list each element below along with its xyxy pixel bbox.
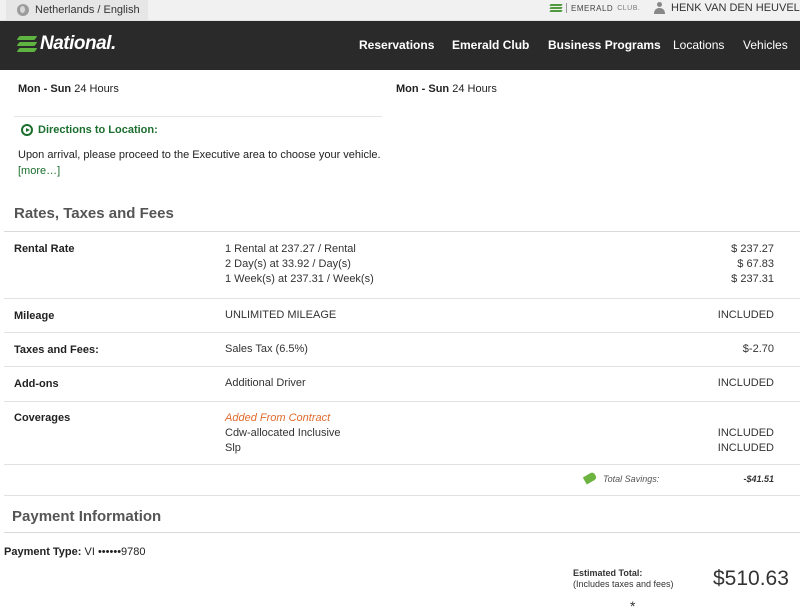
coverage-amount: INCLUDED [717, 427, 774, 439]
savings-tag-icon [582, 471, 598, 485]
divider [4, 332, 800, 333]
divider [4, 532, 800, 533]
total-savings-label: Total Savings: [603, 474, 660, 484]
mileage-amount: INCLUDED [717, 309, 774, 321]
rental-rate-line: 2 Day(s) at 33.92 / Day(s) [225, 258, 351, 270]
rental-rate-amount: $ 237.27 [731, 243, 774, 255]
divider [4, 298, 800, 299]
rental-rate-amount: $ 237.31 [731, 273, 774, 285]
utility-bar: Netherlands / English EMERALD CLUB. HENK… [0, 0, 800, 21]
nav-emerald-club[interactable]: Emerald Club [452, 38, 529, 52]
rental-rate-amount: $ 67.83 [737, 258, 774, 270]
national-logo[interactable]: National. [16, 33, 116, 55]
divider [566, 3, 567, 13]
locale-selector[interactable]: Netherlands / English [6, 0, 148, 20]
payment-type: Payment Type: VI ••••••9780 [4, 546, 146, 558]
mileage-label: Mileage [14, 310, 55, 322]
rates-section-title: Rates, Taxes and Fees [14, 205, 174, 222]
total-savings-amount: -$41.51 [743, 474, 774, 484]
estimated-total-note: (Includes taxes and fees) [573, 579, 674, 589]
logo-text: National. [40, 33, 116, 54]
taxes-label: Taxes and Fees: [14, 344, 99, 356]
divider [4, 464, 800, 465]
estimated-total-amount: $510.63 [713, 567, 789, 590]
pickup-time: 24 Hours [71, 83, 119, 95]
payment-section-title: Payment Information [12, 508, 162, 525]
coverage-item: Slp [225, 442, 241, 454]
estimated-total-title: Estimated Total: [573, 568, 643, 578]
user-icon [654, 2, 665, 14]
directions-arrow-icon [21, 124, 33, 136]
nav-vehicles[interactable]: Vehicles [743, 38, 788, 52]
user-name: HENK VAN DEN HEUVEL [671, 2, 800, 14]
payment-type-value: VI ••••••9780 [81, 546, 146, 558]
coverage-item: Cdw-allocated Inclusive [225, 427, 341, 439]
coverages-amounts: INCLUDED INCLUDED [718, 426, 774, 456]
return-hours: Mon - Sun 24 Hours [396, 83, 497, 95]
emerald-club-link[interactable]: EMERALD CLUB. [549, 3, 641, 13]
nav-reservations[interactable]: Reservations [359, 38, 434, 52]
directions-body: Upon arrival, please proceed to the Exec… [18, 149, 381, 161]
coverages-details: Added From Contract Cdw-allocated Inclus… [225, 411, 341, 456]
globe-icon [17, 4, 29, 16]
divider [4, 401, 800, 402]
added-from-contract-note: Added From Contract [225, 412, 331, 424]
nav-business-programs[interactable]: Business Programs [548, 38, 661, 52]
addons-label: Add-ons [14, 378, 59, 390]
divider [4, 495, 800, 496]
estimated-total-label: Estimated Total: (Includes taxes and fee… [573, 568, 674, 590]
rental-rate-label: Rental Rate [14, 243, 75, 255]
directions-title-label: Directions to Location: [38, 124, 158, 136]
divider [14, 116, 382, 117]
rental-rate-line: 1 Rental at 237.27 / Rental [225, 243, 356, 255]
emerald-brand-label: EMERALD [571, 3, 614, 13]
taxes-desc: Sales Tax (6.5%) [225, 343, 308, 355]
return-days: Mon - Sun [396, 83, 450, 95]
pickup-days: Mon - Sun [18, 83, 72, 95]
payment-type-label: Payment Type: [4, 546, 82, 558]
main-nav: National. Reservations Emerald Club Busi… [0, 21, 800, 70]
return-time: 24 Hours [449, 83, 497, 95]
more-link[interactable]: [more…] [18, 165, 60, 177]
rental-rate-details: 1 Rental at 237.27 / Rental 2 Day(s) at … [225, 242, 374, 287]
divider [4, 231, 800, 232]
rental-rate-amounts: $ 237.27 $ 67.83 $ 237.31 [731, 242, 774, 287]
directions-title[interactable]: Directions to Location: [21, 124, 158, 136]
divider [4, 366, 800, 367]
taxes-amount: $-2.70 [742, 343, 774, 355]
emerald-club-logo-icon [549, 3, 563, 13]
nav-locations[interactable]: Locations [673, 38, 724, 52]
addons-amount: INCLUDED [717, 377, 774, 389]
addons-desc: Additional Driver [225, 377, 306, 389]
national-logo-icon [16, 35, 38, 54]
coverage-amount: INCLUDED [717, 442, 774, 454]
mileage-desc: UNLIMITED MILEAGE [225, 309, 337, 321]
locale-label: Netherlands / English [35, 4, 140, 16]
pickup-hours: Mon - Sun 24 Hours [18, 83, 119, 95]
directions-text: Upon arrival, please proceed to the Exec… [18, 147, 398, 179]
coverages-label: Coverages [14, 412, 71, 424]
footnote-asterisk: * [630, 598, 636, 609]
rental-rate-line: 1 Week(s) at 237.31 / Week(s) [225, 273, 374, 285]
user-account-menu[interactable]: HENK VAN DEN HEUVEL [654, 2, 800, 14]
emerald-club-label: CLUB. [617, 4, 641, 12]
